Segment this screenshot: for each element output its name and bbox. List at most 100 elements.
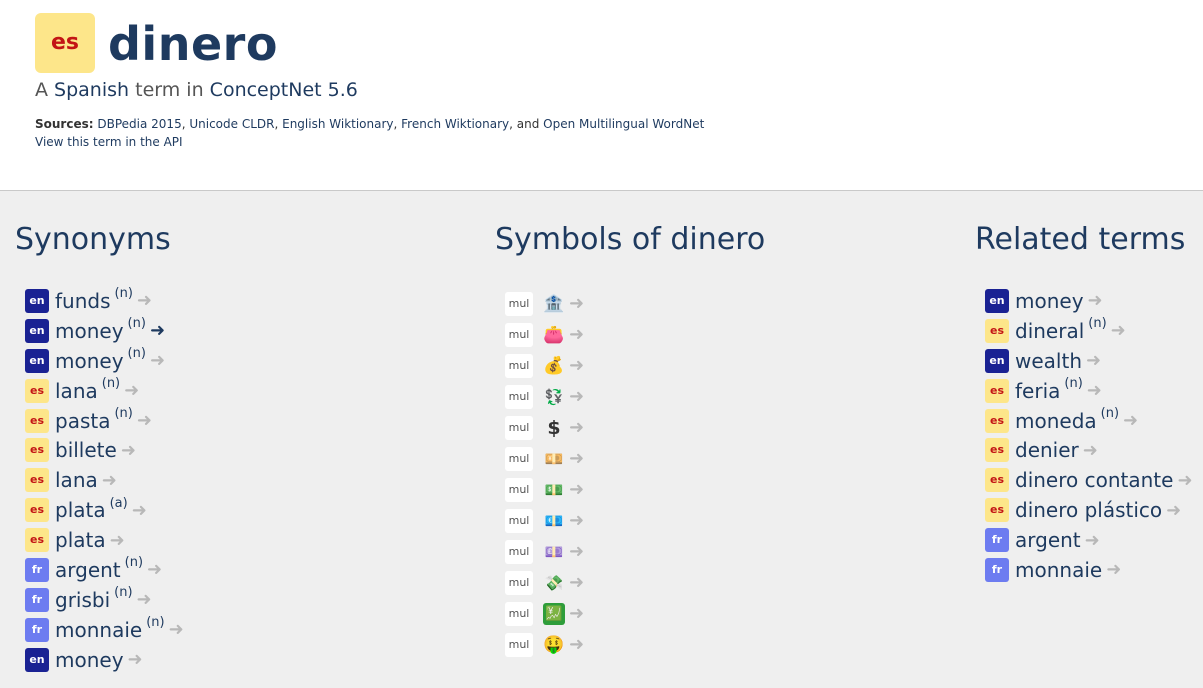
language-badge[interactable]: mul: [505, 570, 533, 595]
arrow-right-icon[interactable]: ➜: [1083, 440, 1098, 461]
money-bag-icon[interactable]: 💰: [543, 355, 565, 377]
source-link-fr-wiktionary[interactable]: French Wiktionary: [401, 117, 509, 131]
language-badge[interactable]: mul: [505, 446, 533, 471]
yen-banknote-icon[interactable]: 💴: [543, 448, 565, 470]
arrow-right-icon[interactable]: ➜: [1111, 320, 1126, 341]
language-badge[interactable]: es: [25, 498, 49, 523]
conceptnet-link[interactable]: ConceptNet 5.6: [210, 79, 358, 101]
purse-icon[interactable]: 👛: [543, 324, 565, 346]
language-badge[interactable]: mul: [505, 291, 533, 316]
arrow-right-icon[interactable]: ➜: [569, 417, 584, 438]
source-link-wordnet[interactable]: Open Multilingual WordNet: [543, 117, 704, 131]
language-badge[interactable]: mul: [505, 415, 533, 440]
language-badge[interactable]: es: [985, 408, 1009, 433]
language-badge[interactable]: mul: [505, 632, 533, 657]
term-link[interactable]: moneda: [1015, 409, 1097, 433]
language-badge[interactable]: mul: [505, 477, 533, 502]
term-link[interactable]: money: [55, 319, 124, 343]
arrow-right-icon[interactable]: ➜: [1166, 500, 1181, 521]
term-link[interactable]: billete: [55, 438, 117, 462]
term-link[interactable]: monnaie: [1015, 558, 1102, 582]
arrow-right-icon[interactable]: ➜: [169, 619, 184, 640]
arrow-right-icon[interactable]: ➜: [132, 500, 147, 521]
api-link[interactable]: View this term in the API: [35, 134, 183, 151]
language-badge[interactable]: mul: [505, 322, 533, 347]
language-badge[interactable]: es: [985, 498, 1009, 523]
source-link-en-wiktionary[interactable]: English Wiktionary: [282, 117, 393, 131]
language-badge[interactable]: mul: [505, 384, 533, 409]
arrow-right-icon[interactable]: ➜: [1177, 470, 1192, 491]
arrow-right-icon[interactable]: ➜: [569, 355, 584, 376]
arrow-right-icon[interactable]: ➜: [110, 530, 125, 551]
pound-banknote-icon[interactable]: 💷: [543, 541, 565, 563]
language-badge[interactable]: es: [985, 378, 1009, 403]
language-badge[interactable]: fr: [985, 528, 1009, 553]
term-link[interactable]: dinero contante: [1015, 468, 1173, 492]
term-link[interactable]: money: [55, 648, 124, 672]
term-link[interactable]: denier: [1015, 438, 1079, 462]
arrow-right-icon[interactable]: ➜: [569, 479, 584, 500]
money-mouth-face-icon[interactable]: 🤑: [543, 634, 565, 656]
term-link[interactable]: money: [55, 349, 124, 373]
arrow-right-icon[interactable]: ➜: [150, 350, 165, 371]
language-badge[interactable]: es: [25, 468, 49, 493]
arrow-right-icon[interactable]: ➜: [569, 603, 584, 624]
money-with-wings-icon[interactable]: 💸: [543, 572, 565, 594]
language-badge[interactable]: es: [985, 438, 1009, 463]
term-link[interactable]: argent: [1015, 528, 1081, 552]
arrow-right-icon[interactable]: ➜: [1123, 410, 1138, 431]
arrow-right-icon[interactable]: ➜: [569, 293, 584, 314]
source-link-cldr[interactable]: Unicode CLDR: [189, 117, 274, 131]
arrow-right-icon[interactable]: ➜: [137, 290, 152, 311]
language-badge[interactable]: es: [985, 318, 1009, 343]
language-badge[interactable]: mul: [505, 508, 533, 533]
language-badge[interactable]: fr: [25, 557, 49, 582]
arrow-right-icon[interactable]: ➜: [150, 320, 165, 341]
arrow-right-icon[interactable]: ➜: [137, 410, 152, 431]
dollar-banknote-icon[interactable]: 💵: [543, 479, 565, 501]
language-badge[interactable]: fr: [25, 617, 49, 642]
language-badge[interactable]: en: [25, 647, 49, 672]
term-link[interactable]: feria: [1015, 379, 1060, 403]
term-link[interactable]: monnaie: [55, 618, 142, 642]
language-badge[interactable]: mul: [505, 353, 533, 378]
arrow-right-icon[interactable]: ➜: [1087, 380, 1102, 401]
term-link[interactable]: plata: [55, 498, 106, 522]
term-link[interactable]: pasta: [55, 409, 110, 433]
term-link[interactable]: argent: [55, 558, 121, 582]
source-link-dbpedia[interactable]: DBPedia 2015: [97, 117, 181, 131]
term-link[interactable]: plata: [55, 528, 106, 552]
term-link[interactable]: lana: [55, 379, 98, 403]
language-badge[interactable]: en: [25, 318, 49, 343]
language-badge[interactable]: es: [25, 438, 49, 463]
arrow-right-icon[interactable]: ➜: [569, 324, 584, 345]
language-badge[interactable]: es: [25, 378, 49, 403]
bank-icon[interactable]: 🏦: [543, 293, 565, 315]
language-badge[interactable]: es: [25, 408, 49, 433]
arrow-right-icon[interactable]: ➜: [1088, 290, 1103, 311]
arrow-right-icon[interactable]: ➜: [121, 440, 136, 461]
arrow-right-icon[interactable]: ➜: [137, 589, 152, 610]
chart-increasing-yen-icon[interactable]: 💹: [543, 602, 565, 625]
arrow-right-icon[interactable]: ➜: [102, 470, 117, 491]
language-badge[interactable]: es: [35, 13, 95, 73]
language-link[interactable]: Spanish: [54, 79, 129, 101]
currency-exchange-icon[interactable]: 💱: [543, 386, 565, 408]
term-link[interactable]: grisbi: [55, 588, 110, 612]
language-badge[interactable]: fr: [25, 587, 49, 612]
arrow-right-icon[interactable]: ➜: [569, 572, 584, 593]
arrow-right-icon[interactable]: ➜: [569, 448, 584, 469]
arrow-right-icon[interactable]: ➜: [124, 380, 139, 401]
term-link[interactable]: wealth: [1015, 349, 1082, 373]
dollar-sign-icon[interactable]: $: [543, 417, 565, 439]
arrow-right-icon[interactable]: ➜: [569, 386, 584, 407]
term-link[interactable]: dinero plástico: [1015, 498, 1162, 522]
language-badge[interactable]: es: [985, 468, 1009, 493]
arrow-right-icon[interactable]: ➜: [569, 510, 584, 531]
arrow-right-icon[interactable]: ➜: [1106, 559, 1121, 580]
arrow-right-icon[interactable]: ➜: [147, 559, 162, 580]
language-badge[interactable]: es: [25, 528, 49, 553]
language-badge[interactable]: mul: [505, 601, 533, 626]
language-badge[interactable]: en: [25, 348, 49, 373]
euro-banknote-icon[interactable]: 💶: [543, 510, 565, 532]
